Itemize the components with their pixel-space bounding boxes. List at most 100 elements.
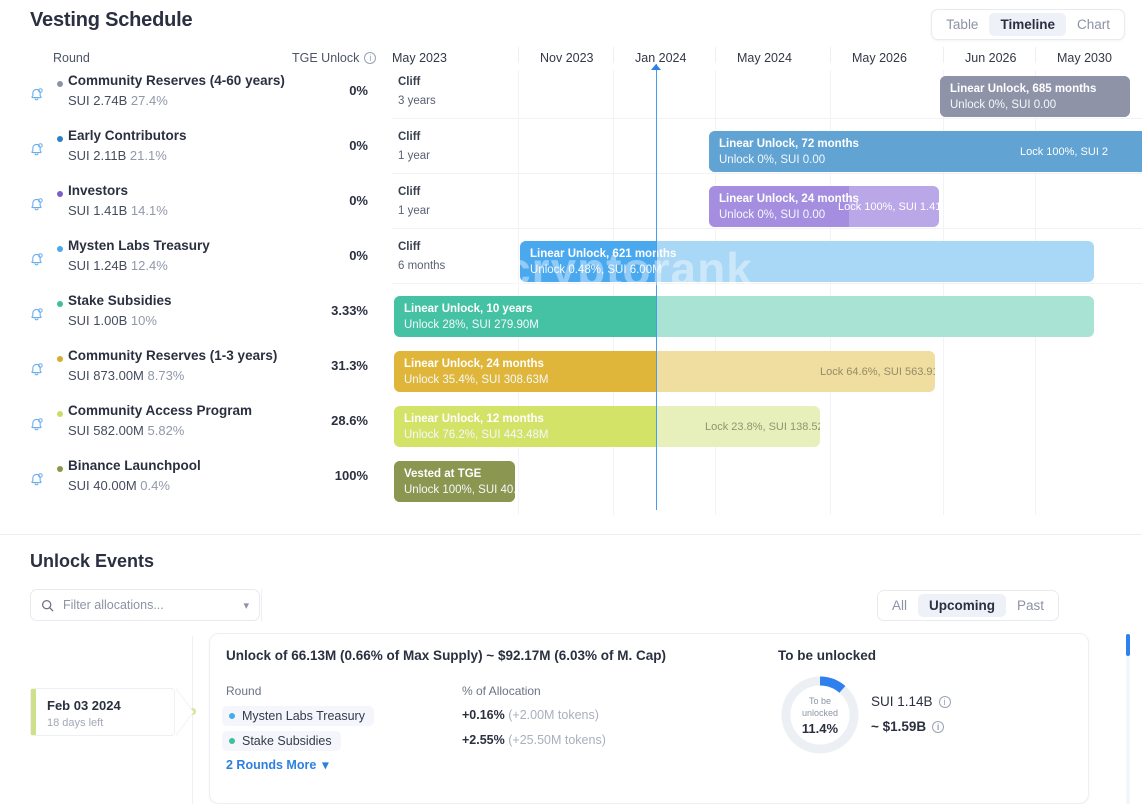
notification-bell-icon[interactable] bbox=[28, 416, 45, 433]
round-color-dot bbox=[57, 191, 63, 197]
chevron-down-icon[interactable]: ▾ bbox=[243, 599, 249, 612]
event-round-pill[interactable]: Stake Subsidies bbox=[222, 731, 341, 751]
round-share-percent: 27.4% bbox=[131, 93, 168, 108]
notification-bell-icon[interactable] bbox=[28, 86, 45, 103]
vesting-bar-title: Linear Unlock, 685 months bbox=[950, 83, 1096, 95]
event-round-pill[interactable]: Mysten Labs Treasury bbox=[222, 706, 374, 726]
tab-all[interactable]: All bbox=[881, 594, 918, 617]
axis-tick: May 2026 bbox=[852, 51, 907, 65]
round-name: Stake Subsidies bbox=[68, 293, 172, 308]
vesting-bar[interactable]: Linear Unlock, 24 monthsUnlock 35.4%, SU… bbox=[394, 351, 935, 392]
row-separator bbox=[392, 118, 1142, 119]
info-icon[interactable]: i bbox=[932, 721, 944, 733]
round-share-percent: 14.1% bbox=[131, 203, 168, 218]
round-amount-value: SUI 582.00M bbox=[68, 423, 144, 438]
vesting-bar[interactable]: Linear Unlock, 10 yearsUnlock 28%, SUI 2… bbox=[394, 296, 1094, 337]
vesting-bar-lock-detail: Lock 23.8%, SUI 138.52M bbox=[705, 421, 820, 433]
axis-separator bbox=[830, 47, 831, 63]
round-tge-unlock: 0% bbox=[240, 83, 368, 98]
vesting-bar[interactable]: Linear Unlock, 685 months Unlock 0%, SUI … bbox=[940, 76, 1130, 117]
round-name: Investors bbox=[68, 183, 128, 198]
vesting-bar-title: Linear Unlock, 72 months bbox=[719, 138, 859, 150]
vesting-row[interactable]: Stake Subsidies SUI 1.00B 10% 3.33% Linear … bbox=[0, 290, 1142, 345]
round-name: Binance Launchpool bbox=[68, 458, 201, 473]
today-marker-triangle-icon bbox=[651, 64, 661, 70]
donut-center-label: To be unlocked 11.4% bbox=[777, 672, 863, 758]
round-amount-value: SUI 1.41B bbox=[68, 203, 127, 218]
notification-bell-icon[interactable] bbox=[28, 196, 45, 213]
round-amount-value: SUI 40.00M bbox=[68, 478, 137, 493]
round-name: Early Contributors bbox=[68, 128, 187, 143]
notification-bell-icon[interactable] bbox=[28, 361, 45, 378]
unlock-event-headline: Unlock of 66.13M (0.66% of Max Supply) ~… bbox=[226, 648, 666, 663]
cliff-label: Cliff6 months bbox=[398, 241, 445, 272]
tab-upcoming[interactable]: Upcoming bbox=[918, 594, 1006, 617]
vesting-bar-title: Linear Unlock, 12 months bbox=[404, 413, 544, 425]
vesting-row[interactable]: Early ContributorsSUI 2.11B 21.1%0%Cliff… bbox=[0, 125, 1142, 180]
row-separator bbox=[392, 283, 1142, 284]
event-date-chip[interactable]: Feb 03 2024 18 days left bbox=[30, 688, 175, 736]
event-list-scrollbar-track[interactable] bbox=[1126, 634, 1130, 804]
vesting-bar-unlock-detail: Unlock 28%, SUI 279.90M bbox=[404, 319, 539, 331]
round-tge-unlock: 3.33% bbox=[240, 303, 368, 318]
round-amount-value: SUI 873.00M bbox=[68, 368, 144, 383]
round-amount-value: SUI 1.24B bbox=[68, 258, 127, 273]
vesting-row[interactable]: Binance LaunchpoolSUI 40.00M 0.4%100%Ves… bbox=[0, 455, 1142, 510]
filter-allocations-input[interactable]: Filter allocations... ▾ bbox=[30, 589, 260, 621]
event-list-scrollbar-thumb[interactable] bbox=[1126, 634, 1130, 656]
axis-separator bbox=[518, 47, 519, 63]
vesting-bar[interactable]: Linear Unlock, 12 months Unlock 76.2%, SU… bbox=[394, 406, 820, 447]
info-icon[interactable]: i bbox=[939, 696, 951, 708]
event-column-header-allocation: % of Allocation bbox=[462, 684, 541, 698]
tab-table[interactable]: Table bbox=[935, 13, 989, 36]
tab-past[interactable]: Past bbox=[1006, 594, 1055, 617]
round-amount-value: SUI 2.11B bbox=[68, 148, 126, 163]
vesting-schedule-page: Vesting Schedule Table Timeline Chart Ro… bbox=[0, 0, 1142, 804]
unlock-events-title: Unlock Events bbox=[30, 551, 154, 572]
to-be-unlocked-sui-value: SUI 1.14B bbox=[871, 694, 933, 709]
vesting-bar[interactable]: Linear Unlock, 72 monthsUnlock 0%, SUI 0… bbox=[709, 131, 1142, 172]
vesting-row[interactable]: Community Access ProgramSUI 582.00M 5.82… bbox=[0, 400, 1142, 455]
axis-separator bbox=[613, 47, 614, 63]
axis-tick: Nov 2023 bbox=[540, 51, 594, 65]
tab-timeline[interactable]: Timeline bbox=[989, 13, 1066, 36]
round-color-dot bbox=[57, 136, 63, 142]
vesting-bar-unlock-detail: Unlock 76.2%, SUI 443.48M bbox=[404, 429, 548, 441]
show-more-rounds-button[interactable]: 2 Rounds More ▾ bbox=[226, 757, 329, 772]
filter-placeholder: Filter allocations... bbox=[63, 598, 234, 612]
vesting-bar[interactable]: Vested at TGE Unlock 100%, SUI 40.00M bbox=[394, 461, 515, 502]
notification-bell-icon[interactable] bbox=[28, 141, 45, 158]
round-amount: SUI 1.00B 10% bbox=[68, 313, 157, 328]
vesting-row[interactable]: Community Reserves (1-3 years)SUI 873.00… bbox=[0, 345, 1142, 400]
round-color-dot bbox=[57, 466, 63, 472]
vesting-bar-unlock-detail: Unlock 100%, SUI 40.00M bbox=[404, 484, 515, 496]
axis-tick: May 2023 bbox=[392, 51, 447, 65]
axis-tick: May 2030 bbox=[1057, 51, 1112, 65]
round-amount: SUI 873.00M 8.73% bbox=[68, 368, 184, 383]
cliff-title: Cliff bbox=[398, 76, 436, 88]
notification-bell-icon[interactable] bbox=[28, 471, 45, 488]
event-column-header-round: Round bbox=[226, 684, 261, 698]
donut-percent: 11.4% bbox=[802, 721, 838, 736]
axis-separator bbox=[715, 47, 716, 63]
view-mode-toggle[interactable]: Table Timeline Chart bbox=[931, 9, 1125, 40]
vesting-row[interactable]: InvestorsSUI 1.41B 14.1%0%Cliff1 yearLin… bbox=[0, 180, 1142, 235]
vesting-bar-title: Vested at TGE bbox=[404, 468, 481, 480]
vesting-bar[interactable]: Linear Unlock, 24 monthsUnlock 0%, SUI 0… bbox=[709, 186, 939, 227]
vesting-bar-title: Linear Unlock, 24 months bbox=[404, 358, 544, 370]
vesting-bar-unlock-detail: Unlock 0%, SUI 0.00 bbox=[950, 99, 1056, 111]
cliff-label: Cliff1 year bbox=[398, 186, 430, 217]
chevron-down-icon: ▾ bbox=[322, 757, 328, 772]
info-icon[interactable]: i bbox=[364, 52, 376, 64]
tab-chart[interactable]: Chart bbox=[1066, 13, 1121, 36]
vesting-row[interactable]: Mysten Labs TreasurySUI 1.24B 12.4%0%Cli… bbox=[0, 235, 1142, 290]
notification-bell-icon[interactable] bbox=[28, 251, 45, 268]
range-toggle[interactable]: All Upcoming Past bbox=[877, 590, 1059, 621]
round-amount-value: SUI 2.74B bbox=[68, 93, 127, 108]
event-round-tokens: (+25.50M tokens) bbox=[508, 733, 606, 747]
section-divider bbox=[0, 534, 1142, 535]
notification-bell-icon[interactable] bbox=[28, 306, 45, 323]
vesting-row[interactable]: Community Reserves (4-60 years)SUI 2.74B… bbox=[0, 70, 1142, 125]
vesting-bar[interactable]: Linear Unlock, 621 monthsUnlock 0.48%, S… bbox=[520, 241, 1094, 282]
round-share-percent: 12.4% bbox=[131, 258, 168, 273]
